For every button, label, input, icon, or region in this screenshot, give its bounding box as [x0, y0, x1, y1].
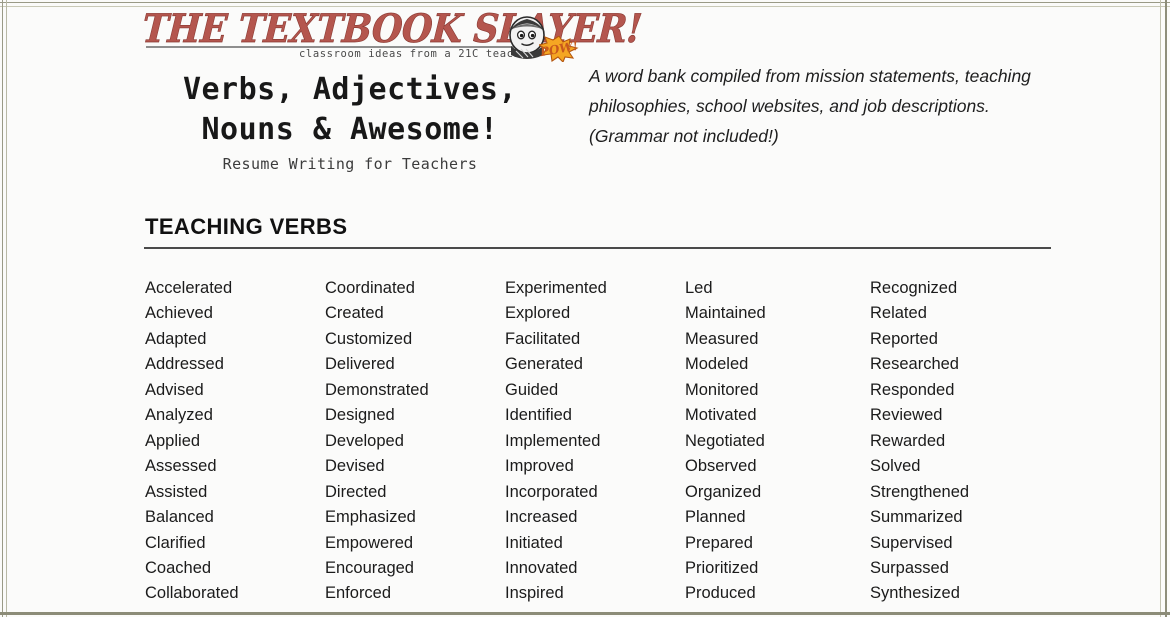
word-item: Incorporated — [505, 482, 598, 501]
word-item: Promoted — [685, 607, 870, 611]
word-item: Prepared — [685, 533, 753, 552]
word-item: Demonstrated — [325, 380, 429, 399]
word-item: Strengthened — [870, 482, 970, 501]
word-item: Observed — [685, 457, 757, 476]
word-item: Achieved — [145, 304, 213, 323]
word-item: Innovated — [505, 558, 578, 577]
word-bank-columns: Accelerated Achieved Adapted Addressed Advis… — [145, 276, 1055, 611]
word-item: Responded — [870, 380, 955, 399]
word-item: Addressed — [145, 355, 224, 374]
word-item: Identified — [505, 406, 572, 425]
word-column-1: Accelerated Achieved Adapted Addressed Advis… — [145, 276, 325, 611]
word-column-2: Coordinated Created Customized Delivered Dem… — [325, 276, 505, 611]
word-item: Reported — [870, 329, 938, 348]
word-item: Developed — [325, 431, 404, 450]
word-item: Advised — [145, 380, 204, 399]
title-line-2: Nouns & Awesome! — [201, 112, 499, 147]
word-item: Encouraged — [325, 558, 414, 577]
word-item: Emphasized — [325, 508, 416, 527]
word-item: Planned — [685, 508, 746, 527]
word-item: Prioritized — [685, 558, 759, 577]
word-item: Assessed — [145, 457, 217, 476]
document-sheet: THE TEXTBOOK SLAYER! classroom ideas fro… — [8, 8, 1159, 611]
page-border-right — [1165, 0, 1167, 617]
word-item: Balanced — [145, 508, 214, 527]
word-column-3: Experimented Explored Facilitated Generated… — [505, 276, 685, 611]
word-item: Increased — [505, 508, 578, 527]
word-column-5: Recognized Related Reported Researched Respo… — [870, 276, 1055, 611]
page-border-left — [2, 0, 3, 617]
word-item: Initiated — [505, 533, 563, 552]
word-item: Rewarded — [870, 431, 946, 450]
word-item: Experimented — [505, 279, 607, 297]
word-item: Coordinated — [325, 279, 415, 297]
word-item: Instilled — [505, 607, 685, 611]
word-item: Empowered — [325, 533, 414, 552]
word-item: Applied — [145, 431, 201, 450]
word-item: Recognized — [870, 279, 958, 297]
word-item: Monitored — [685, 380, 759, 399]
word-item: Accelerated — [145, 279, 233, 297]
word-item: Led — [685, 279, 713, 297]
site-masthead: THE TEXTBOOK SLAYER! classroom ideas fro… — [136, 8, 643, 64]
page-border-right-inner — [1160, 0, 1161, 617]
word-item: Measured — [685, 329, 759, 348]
word-item: Reviewed — [870, 406, 943, 425]
word-item: Delivered — [325, 355, 395, 374]
word-item: Collaborated — [145, 584, 239, 603]
word-item: Directed — [325, 482, 387, 501]
section-divider-rule — [144, 247, 1051, 249]
word-item: Related — [870, 304, 927, 323]
word-item: Modeled — [685, 355, 749, 374]
word-item: Clarified — [145, 533, 206, 552]
word-item: Inspired — [505, 584, 564, 603]
document-title-block: Verbs, Adjectives, Nouns & Awesome! Resu… — [136, 70, 564, 174]
word-item: Customized — [325, 329, 413, 348]
word-item: Produced — [685, 584, 756, 603]
document-page: THE TEXTBOOK SLAYER! classroom ideas fro… — [0, 0, 1170, 617]
page-border-top-inner — [0, 6, 1170, 7]
word-item: Guided — [505, 380, 559, 399]
word-item: Motivated — [685, 406, 757, 425]
word-item: Solved — [870, 457, 921, 476]
word-item: Synthesized — [870, 584, 960, 603]
title-line-1: Verbs, Adjectives, — [182, 72, 518, 107]
word-item: Enhanced — [325, 607, 505, 611]
word-item: Analyzed — [145, 406, 213, 425]
word-item: Explored — [505, 304, 571, 323]
word-item: Coached — [145, 558, 212, 577]
section-heading-teaching-verbs: TEACHING VERBS — [145, 214, 348, 239]
word-item: Surpassed — [870, 558, 949, 577]
word-item: Negotiated — [685, 431, 765, 450]
word-item: Enforced — [325, 584, 392, 603]
word-column-4: Led Maintained Measured Modeled Monitored Mot… — [685, 276, 870, 611]
word-item: Maintained — [685, 304, 766, 323]
word-item: Improved — [505, 457, 574, 476]
word-item: Designed — [325, 406, 395, 425]
word-item: Facilitated — [505, 329, 581, 348]
page-border-bottom — [0, 612, 1170, 615]
word-item: Assisted — [145, 482, 208, 501]
word-item: Researched — [870, 355, 959, 374]
description-text: A word bank compiled from mission statem… — [589, 66, 1031, 146]
word-item: Summarized — [870, 508, 963, 527]
word-item: Devised — [325, 457, 385, 476]
word-item: Generated — [505, 355, 583, 374]
word-item: Organized — [685, 482, 762, 501]
word-item: Implemented — [505, 431, 601, 450]
page-border-top — [0, 2, 1170, 3]
pow-burst-icon: POW! — [537, 35, 579, 63]
page-border-left-inner — [6, 0, 7, 617]
word-item: Adapted — [145, 329, 207, 348]
word-item: Supervised — [870, 533, 953, 552]
word-item: Communicated — [145, 607, 325, 611]
word-item: Taught — [870, 607, 1055, 611]
document-subtitle: Resume Writing for Teachers — [222, 155, 478, 173]
brand-tagline: classroom ideas from a 21C teacher — [299, 48, 535, 60]
word-item: Created — [325, 304, 384, 323]
